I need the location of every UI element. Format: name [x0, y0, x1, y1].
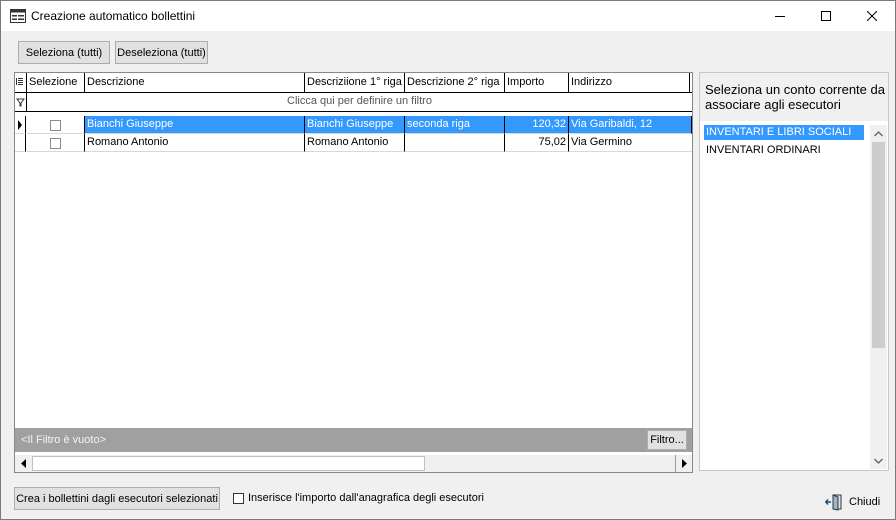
horizontal-scroll-thumb[interactable] — [32, 456, 425, 471]
column-header-riga2[interactable]: Descrizione 2° riga — [405, 73, 505, 92]
current-row-indicator — [15, 116, 26, 134]
vertical-scroll-thumb[interactable] — [872, 142, 885, 348]
minimize-button[interactable] — [757, 1, 803, 31]
vertical-scrollbar[interactable] — [870, 125, 887, 469]
list-item[interactable]: INVENTARI ORDINARI — [704, 143, 864, 158]
import-checkbox-label[interactable]: Inserisce l'importo dall'anagrafica degl… — [248, 492, 484, 504]
filter-hint: Clicca qui per definire un filtro — [287, 95, 432, 107]
arrow-left-icon — [20, 459, 26, 468]
exit-door-icon — [825, 494, 842, 511]
window-title: Creazione automatico bollettini — [31, 9, 196, 23]
row-select-checkbox[interactable] — [50, 138, 61, 149]
import-option[interactable]: Inserisce l'importo dall'anagrafica degl… — [233, 491, 484, 505]
grid-header: Selezione Descrizione Descriziione 1° ri… — [15, 73, 692, 93]
column-header-descrizione[interactable]: Descrizione — [85, 73, 305, 92]
create-bollettini-button[interactable]: Crea i bollettini dagli esecutori selezi… — [14, 487, 220, 510]
column-header-importo[interactable]: Importo — [505, 73, 569, 92]
import-checkbox[interactable] — [233, 492, 244, 504]
cell-importo[interactable]: 120,32 — [505, 116, 569, 134]
conto-corrente-label-box: Seleziona un conto corrente da associare… — [700, 73, 888, 121]
select-all-button[interactable]: Seleziona (tutti) — [18, 41, 110, 64]
row-checkbox-cell[interactable] — [27, 116, 85, 134]
column-list-icon — [16, 78, 23, 85]
window: Creazione automatico bollettini Selezion… — [0, 0, 896, 520]
conto-corrente-panel: Seleziona un conto corrente da associare… — [699, 72, 889, 471]
row-checkbox-cell[interactable] — [27, 134, 85, 152]
close-button-label: Chiudi — [849, 496, 881, 508]
cell-importo[interactable]: 75,02 — [505, 134, 569, 152]
cell-indirizzo[interactable]: Via Germino — [569, 134, 692, 152]
filter-icon — [16, 98, 25, 107]
column-chooser-button[interactable] — [15, 73, 27, 92]
table-row[interactable]: Romano Antonio Romano Antonio 75,02 Via … — [15, 134, 692, 152]
cell-riga2[interactable] — [405, 134, 505, 152]
conto-corrente-list[interactable]: INVENTARI E LIBRI SOCIALI INVENTARI ORDI… — [702, 125, 887, 469]
column-header-riga1[interactable]: Descriziione 1° riga — [305, 73, 405, 92]
column-header-selezione[interactable]: Selezione — [27, 73, 85, 92]
cell-riga2[interactable]: seconda riga — [405, 116, 505, 134]
chevron-down-icon — [874, 458, 883, 464]
scroll-right-button[interactable] — [675, 455, 692, 472]
horizontal-scrollbar[interactable] — [15, 454, 692, 472]
title-bar[interactable]: Creazione automatico bollettini — [1, 1, 895, 31]
scroll-up-button[interactable] — [870, 125, 887, 142]
filter-button[interactable]: Filtro... — [647, 430, 687, 450]
list-item[interactable]: INVENTARI E LIBRI SOCIALI — [704, 125, 864, 140]
deselect-all-button[interactable]: Deseleziona (tutti) — [115, 41, 208, 64]
esecutori-grid[interactable]: Selezione Descrizione Descriziione 1° ri… — [14, 72, 693, 473]
cell-riga1[interactable]: Romano Antonio — [305, 134, 405, 152]
arrow-right-icon — [682, 459, 687, 468]
scroll-down-button[interactable] — [870, 452, 887, 469]
filter-row-indicator — [15, 93, 27, 111]
maximize-button[interactable] — [803, 1, 849, 31]
cell-descrizione[interactable]: Bianchi Giuseppe — [85, 116, 305, 134]
conto-corrente-label: Seleziona un conto corrente da associare… — [705, 82, 885, 112]
form-app-icon — [10, 9, 26, 23]
filter-status-bar: <Il Filtro è vuoto> Filtro... — [15, 428, 692, 452]
row-indicator — [15, 134, 26, 152]
chevron-up-icon — [874, 130, 883, 136]
column-header-indirizzo[interactable]: Indirizzo — [569, 73, 690, 92]
table-row[interactable]: Bianchi Giuseppe Bianchi Giuseppe second… — [15, 116, 692, 134]
cell-descrizione[interactable]: Romano Antonio — [85, 134, 305, 152]
close-window-button[interactable] — [849, 1, 895, 31]
row-pointer-icon — [18, 120, 22, 130]
scroll-left-button[interactable] — [15, 455, 32, 472]
cell-riga1[interactable]: Bianchi Giuseppe — [305, 116, 405, 134]
filter-status-text: <Il Filtro è vuoto> — [21, 434, 106, 446]
filter-row[interactable]: Clicca qui per definire un filtro — [15, 93, 692, 112]
minimize-icon — [775, 16, 785, 17]
maximize-icon — [821, 11, 831, 21]
cell-indirizzo[interactable]: Via Garibaldi, 12 — [569, 116, 692, 134]
close-icon — [867, 11, 877, 21]
row-select-checkbox[interactable] — [50, 120, 61, 131]
close-button[interactable]: Chiudi — [825, 493, 880, 511]
